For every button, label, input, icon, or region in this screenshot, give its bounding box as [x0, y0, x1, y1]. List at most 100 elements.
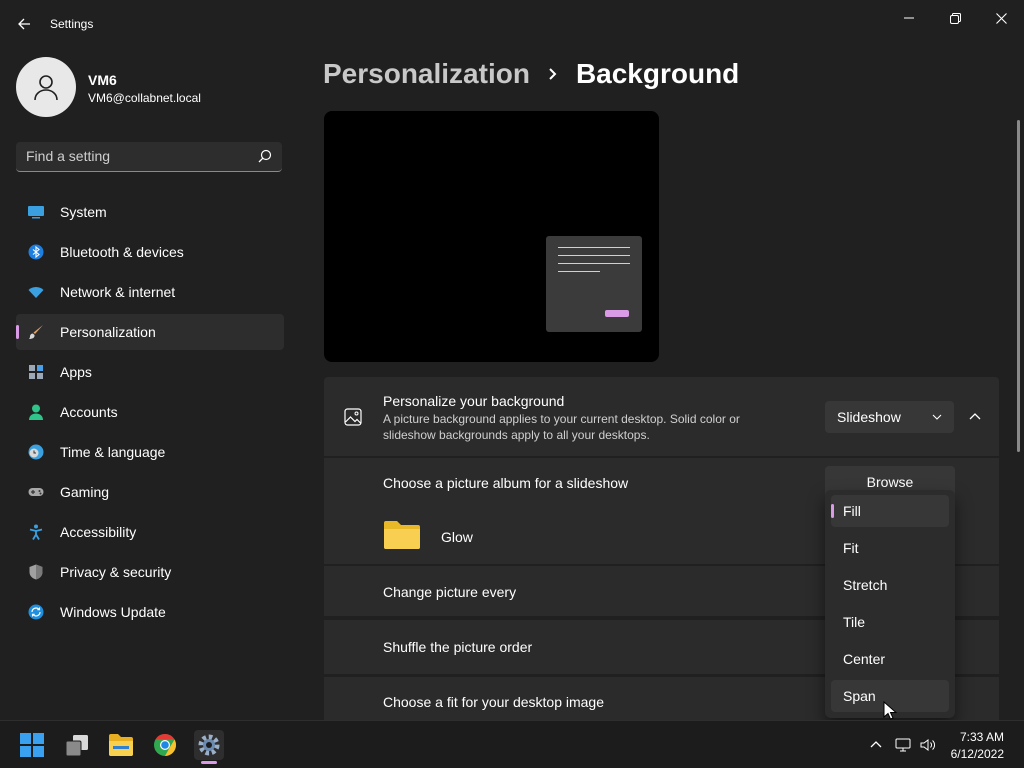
chevron-up-icon [969, 413, 981, 420]
active-app-indicator [201, 761, 217, 764]
accessibility-icon [29, 524, 43, 540]
album-name: Glow [441, 529, 473, 545]
sidebar-item-personalization[interactable]: Personalization [16, 314, 284, 350]
minimize-button[interactable] [886, 4, 932, 32]
background-description: A picture background applies to your cur… [383, 412, 740, 442]
page-title: Background [575, 58, 740, 89]
gamepad-icon [28, 488, 44, 496]
taskbar-task-view[interactable] [62, 730, 92, 760]
apps-icon [29, 365, 43, 379]
search-input[interactable] [16, 142, 266, 170]
sidebar-item-system[interactable]: System [16, 194, 284, 230]
preview-window [546, 236, 642, 332]
settings-icon [198, 734, 220, 756]
breadcrumb: Personalization Background [323, 58, 739, 90]
fit-dropdown-menu: Fill Fit Stretch Tile Center Span [825, 490, 955, 718]
fit-option-fill[interactable]: Fill [831, 495, 949, 527]
desktop-preview [324, 111, 659, 362]
sidebar-nav: System Bluetooth & devices Network & int… [16, 194, 284, 634]
back-arrow-icon [18, 18, 30, 30]
folder-icon [384, 521, 420, 549]
collapse-button[interactable] [964, 406, 986, 428]
user-email: VM6@collabnet.local [88, 91, 201, 105]
background-title: Personalize your background [383, 393, 565, 409]
back-button[interactable] [12, 12, 36, 36]
fit-option-tile[interactable]: Tile [831, 606, 949, 638]
file-explorer-icon [109, 734, 133, 756]
minimize-icon [904, 17, 914, 19]
sidebar-item-windows-update[interactable]: Windows Update [16, 594, 284, 630]
title-bar: Settings [0, 0, 1024, 48]
task-view-icon [65, 735, 88, 757]
brush-icon [29, 325, 43, 339]
person-icon [29, 404, 43, 420]
sidebar-item-label: Accessibility [60, 524, 137, 540]
interval-label: Change picture every [383, 584, 517, 600]
taskbar-settings[interactable] [194, 730, 224, 760]
taskbar-start[interactable] [17, 730, 47, 760]
sidebar-item-gaming[interactable]: Gaming [16, 474, 284, 510]
sidebar-item-privacy[interactable]: Privacy & security [16, 554, 284, 590]
sidebar-item-accounts[interactable]: Accounts [16, 394, 284, 430]
sidebar-item-bluetooth[interactable]: Bluetooth & devices [16, 234, 284, 270]
clock-globe-icon [28, 444, 44, 460]
clock-date[interactable]: 6/12/2022 [946, 747, 1004, 761]
sidebar-item-label: Personalization [60, 324, 156, 340]
sidebar-item-label: Bluetooth & devices [60, 244, 184, 260]
fit-option-stretch[interactable]: Stretch [831, 569, 949, 601]
sidebar-item-time-language[interactable]: Time & language [16, 434, 284, 470]
sidebar-item-label: Windows Update [60, 604, 166, 620]
sidebar-item-network[interactable]: Network & internet [16, 274, 284, 310]
fit-option-label: Stretch [843, 577, 888, 593]
avatar [16, 57, 76, 117]
preview-accent-button [605, 310, 629, 317]
sidebar-item-label: Privacy & security [60, 564, 172, 580]
chevron-down-icon [932, 414, 942, 420]
sidebar-item-accessibility[interactable]: Accessibility [16, 514, 284, 550]
close-button[interactable] [978, 4, 1024, 32]
search-box [16, 142, 282, 172]
fit-option-label: Fill [843, 503, 861, 519]
taskbar-file-explorer[interactable] [106, 730, 136, 760]
sidebar-item-label: System [60, 204, 107, 220]
personalize-background-card: Personalize your background A picture ba… [324, 377, 999, 456]
sidebar-item-label: Accounts [60, 404, 118, 420]
chrome-icon [154, 734, 176, 756]
sidebar-item-label: Network & internet [60, 284, 176, 300]
sidebar-item-label: Time & language [60, 444, 166, 460]
update-icon [28, 604, 44, 620]
app-title: Settings [50, 17, 94, 31]
image-icon [344, 408, 362, 426]
close-icon [995, 12, 1007, 24]
album-label: Choose a picture album for a slideshow [383, 475, 629, 491]
chevron-right-icon [549, 68, 557, 80]
sidebar-item-label: Gaming [60, 484, 110, 500]
fit-option-center[interactable]: Center [831, 643, 949, 675]
active-indicator [16, 325, 19, 339]
scrollbar[interactable] [1017, 120, 1020, 452]
fit-option-label: Span [843, 688, 876, 704]
network-icon[interactable] [895, 737, 911, 753]
volume-icon[interactable] [920, 737, 936, 753]
fit-option-label: Fit [843, 540, 859, 556]
fit-option-fit[interactable]: Fit [831, 532, 949, 564]
chevron-up-icon[interactable] [868, 737, 884, 753]
clock-time[interactable]: 7:33 AM [958, 730, 1004, 744]
taskbar-chrome[interactable] [150, 730, 180, 760]
fit-label: Choose a fit for your desktop image [383, 694, 605, 710]
search-icon[interactable] [258, 149, 272, 163]
sidebar-item-apps[interactable]: Apps [16, 354, 284, 390]
settings-window: Settings VM6 VM6@collabnet.local System … [0, 0, 1024, 720]
mouse-cursor-icon [883, 701, 897, 720]
fit-option-label: Center [843, 651, 886, 667]
wifi-icon [28, 287, 44, 298]
person-icon [34, 75, 58, 101]
restore-button[interactable] [932, 4, 978, 32]
selected-indicator [831, 504, 834, 518]
system-icon [28, 206, 44, 219]
breadcrumb-parent[interactable]: Personalization [323, 58, 530, 90]
shuffle-label: Shuffle the picture order [383, 639, 533, 655]
background-type-dropdown[interactable]: Slideshow [825, 401, 954, 433]
sidebar-item-label: Apps [60, 364, 92, 380]
user-name: VM6 [88, 72, 117, 88]
